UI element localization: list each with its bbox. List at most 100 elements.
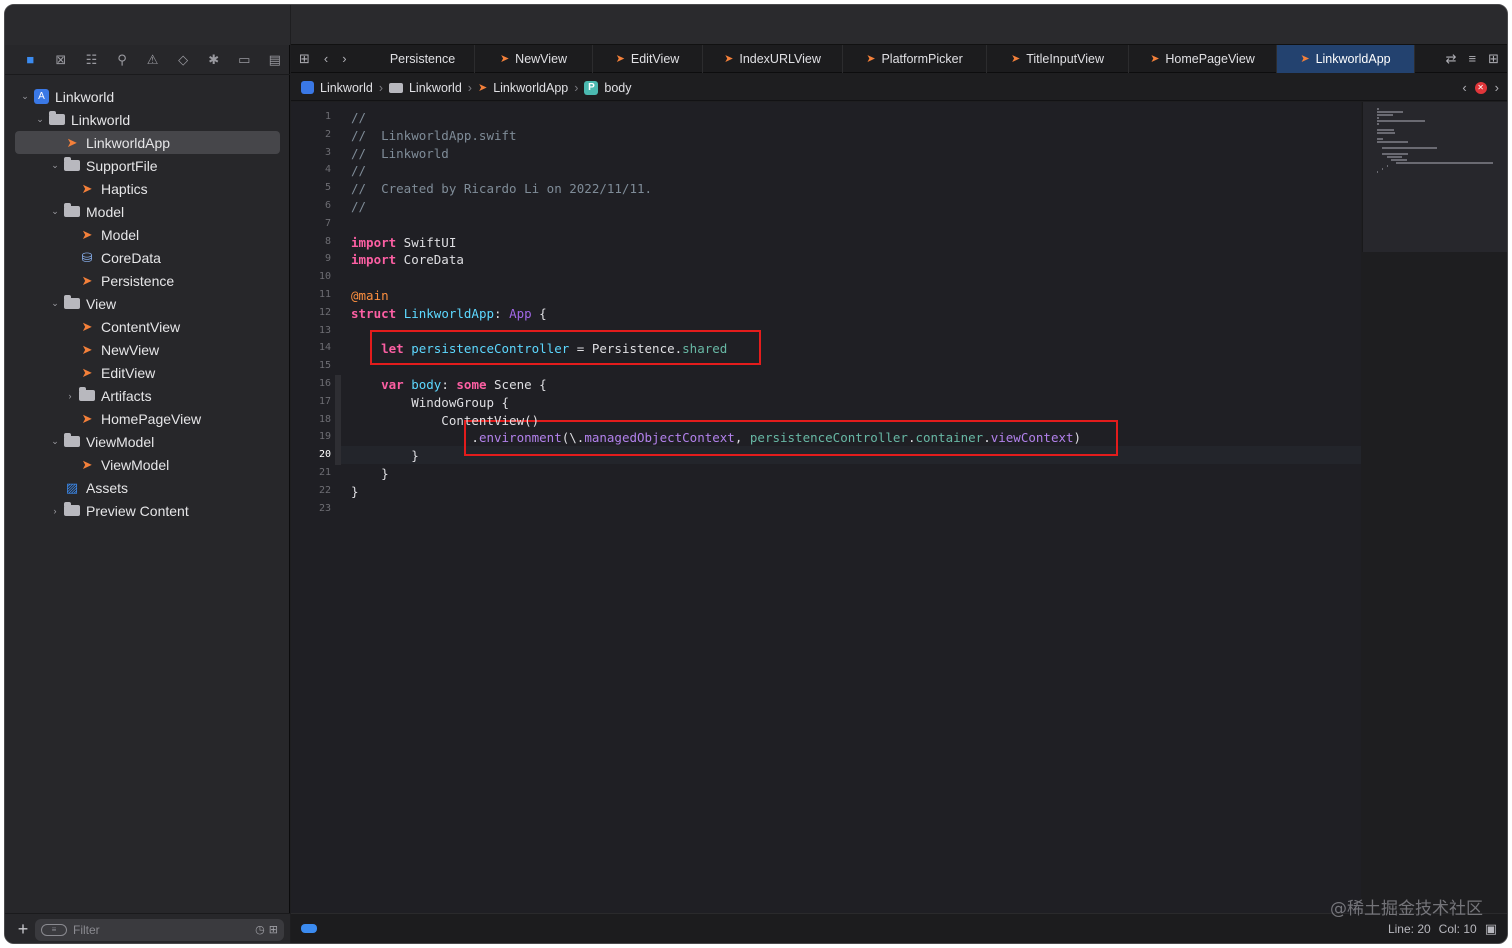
forward-icon[interactable]: ›	[342, 51, 346, 66]
warning-icon[interactable]: ⚠	[137, 49, 168, 71]
coredata-icon: ⛁	[81, 249, 93, 265]
filter-options-icon[interactable]: ≡	[41, 923, 67, 936]
tree-item[interactable]: ➤ Model	[5, 223, 290, 246]
editor-options-icon[interactable]: ≡	[1469, 51, 1477, 67]
code-line[interactable]: var body: some Scene {	[351, 377, 547, 392]
minimap-line	[1381, 168, 1383, 170]
filter-input[interactable]: ≡ Filter ◷ ⊞	[35, 918, 284, 941]
tree-item[interactable]: ⌄ Model	[5, 200, 290, 223]
code-line[interactable]: let persistenceController = Persistence.…	[351, 341, 727, 356]
code-line[interactable]: .environment(\.managedObjectContext, per…	[351, 430, 1081, 445]
previous-issue-icon[interactable]: ‹	[1462, 80, 1466, 95]
code-editor[interactable]: 1 2 3 4 5 6 7 8 9 10 11 12 13 14 15 16 17 18 19 20 21 22 23 //…	[291, 102, 1361, 914]
test-icon[interactable]: ◇	[168, 49, 199, 71]
chevron-down-icon[interactable]: ⌄	[49, 298, 61, 309]
chevron-right-icon[interactable]: ›	[49, 506, 61, 516]
editor-tab[interactable]: ➤ LinkworldApp	[1277, 44, 1415, 73]
tree-item[interactable]: ▨ Assets	[5, 476, 290, 499]
tree-item[interactable]: ➤ NewView	[5, 338, 290, 361]
code-line[interactable]: }	[351, 466, 389, 481]
breakpoint-icon[interactable]: ▭	[229, 49, 260, 71]
panel-toggle-icon[interactable]: ▣	[1485, 921, 1497, 937]
chevron-down-icon[interactable]: ⌄	[19, 91, 31, 102]
debug-area-toggle-icon[interactable]	[301, 924, 317, 933]
tree-item[interactable]: ➤ HomePageView	[5, 407, 290, 430]
folder-icon	[64, 295, 80, 309]
tree-item[interactable]: ➤ ViewModel	[5, 453, 290, 476]
code-line[interactable]: }	[351, 448, 419, 463]
breadcrumb-symbol[interactable]: body	[604, 81, 631, 95]
chevron-down-icon[interactable]: ⌄	[49, 160, 61, 171]
editor-tab[interactable]: ➤ PlatformPicker	[843, 44, 987, 73]
chevron-down-icon[interactable]: ⌄	[34, 114, 46, 125]
editor-tab[interactable]: ➤ NewView	[475, 44, 593, 73]
grid-icon[interactable]: ⊞	[299, 51, 310, 67]
code-line[interactable]: }	[351, 484, 359, 499]
line-number: 14	[318, 342, 331, 354]
code-line[interactable]: //	[351, 163, 366, 178]
line-number: 17	[318, 395, 331, 407]
editor-tab[interactable]: ➤ IndexURLView	[703, 44, 843, 73]
swap-icon[interactable]: ⇄	[1446, 51, 1457, 67]
folder-icon[interactable]: ■	[15, 49, 46, 71]
search-icon[interactable]: ⚲	[107, 49, 138, 71]
code-line[interactable]: // Created by Ricardo Li on 2022/11/11.	[351, 181, 652, 196]
tree-item-label: Artifacts	[101, 387, 152, 404]
line-number: 4	[324, 164, 331, 176]
editor-tab[interactable]: ➤ EditView	[593, 44, 703, 73]
code-line[interactable]: //	[351, 110, 366, 125]
tree-item[interactable]: › Artifacts	[5, 384, 290, 407]
tree-item[interactable]: ➤ Haptics	[5, 177, 290, 200]
chevron-down-icon[interactable]: ⌄	[49, 436, 61, 447]
source-control-filter-icon[interactable]: ⊞	[269, 923, 278, 936]
swift-icon: ➤	[81, 180, 93, 196]
code-line[interactable]: WindowGroup {	[351, 395, 509, 410]
tree-item[interactable]: ⌄ Linkworld	[5, 108, 290, 131]
tree-item[interactable]: ⌄ A Linkworld	[5, 85, 290, 108]
tab-label: IndexURLView	[739, 51, 821, 66]
code-line[interactable]: // Linkworld	[351, 146, 449, 161]
code-line[interactable]: //	[351, 199, 366, 214]
line-number: 6	[324, 200, 331, 211]
editor-tab[interactable]: Persistence	[371, 44, 475, 73]
breadcrumb-group[interactable]: Linkworld	[409, 81, 462, 95]
recent-files-icon[interactable]: ◷	[255, 923, 265, 936]
error-icon[interactable]: ✕	[1474, 81, 1487, 94]
code-line[interactable]: // LinkworldApp.swift	[351, 128, 517, 143]
tree-item[interactable]: ➤ EditView	[5, 361, 290, 384]
code-line[interactable]: @main	[351, 288, 389, 303]
folder-icon	[64, 203, 80, 217]
code-line[interactable]: ContentView()	[351, 413, 539, 428]
tree-item-label: EditView	[101, 364, 156, 381]
editor-tab[interactable]: ➤ HomePageView	[1129, 44, 1277, 73]
chevron-right-icon[interactable]: ›	[64, 391, 76, 401]
breadcrumb-file[interactable]: LinkworldApp	[493, 81, 568, 95]
debug-icon[interactable]: ✱	[198, 49, 229, 71]
tree-item[interactable]: ⌄ SupportFile	[5, 154, 290, 177]
swift-icon: ➤	[81, 318, 93, 334]
code-line[interactable]: import CoreData	[351, 252, 464, 267]
minimap[interactable]	[1362, 102, 1507, 252]
code-line[interactable]: import SwiftUI	[351, 235, 456, 250]
report-icon[interactable]: ▤	[260, 49, 291, 71]
tree-item[interactable]: ⌄ View	[5, 292, 290, 315]
tree-item[interactable]: › Preview Content	[5, 499, 290, 522]
navigator-selector-bar: ■ ⊠ ☷ ⚲ ⚠ ◇ ✱ ▭ ▤	[5, 45, 290, 75]
tree-item[interactable]: ➤ Persistence	[5, 269, 290, 292]
editor-tab[interactable]: ➤ TitleInputView	[987, 44, 1129, 73]
tree-item[interactable]: ➤ LinkworldApp	[15, 131, 280, 154]
code-line[interactable]: struct LinkworldApp: App {	[351, 306, 547, 321]
next-issue-icon[interactable]: ›	[1495, 80, 1499, 95]
chevron-down-icon[interactable]: ⌄	[49, 206, 61, 217]
tree-item[interactable]: ⌄ ViewModel	[5, 430, 290, 453]
hierarchy-icon[interactable]: ☷	[76, 49, 107, 71]
tree-item[interactable]: ➤ ContentView	[5, 315, 290, 338]
back-icon[interactable]: ‹	[324, 51, 328, 66]
breadcrumb-project[interactable]: Linkworld	[320, 81, 373, 95]
minimap-line	[1381, 153, 1409, 155]
tree-item[interactable]: ⛁ CoreData	[5, 246, 290, 269]
source-control-icon[interactable]: ⊠	[46, 49, 77, 71]
tree-item-label: Assets	[86, 479, 129, 496]
add-editor-icon[interactable]: ⊞	[1488, 51, 1499, 67]
add-icon[interactable]: +	[11, 919, 35, 940]
